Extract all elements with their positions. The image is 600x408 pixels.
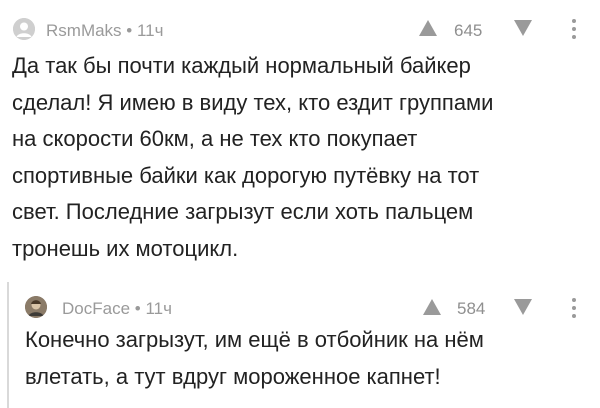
- comment-text-line: сделал! Я имею в виду тех, кто ездит гру…: [12, 89, 494, 115]
- triangle-up-icon: [423, 299, 441, 315]
- author-name[interactable]: RsmMaks: [46, 21, 122, 40]
- triangle-up-icon: [419, 20, 437, 36]
- comment-meta: DocFace • 11ч: [62, 299, 172, 319]
- comment-header: RsmMaks • 11ч 645: [0, 10, 600, 46]
- downvote-button[interactable]: [513, 298, 533, 316]
- comment-text-line: Да так бы почти каждый нормальный байкер: [12, 53, 471, 78]
- more-button[interactable]: [571, 19, 577, 41]
- user-avatar-icon: [25, 296, 47, 318]
- triangle-down-icon: [514, 20, 532, 36]
- rating-count: 584: [457, 299, 486, 318]
- triangle-down-icon: [514, 299, 532, 315]
- default-avatar-icon: [13, 18, 35, 40]
- comment-text-line: спортивные байки как дорогую путёвку на …: [12, 162, 480, 188]
- upvote-button[interactable]: [422, 298, 442, 316]
- more-vertical-icon: [571, 298, 577, 318]
- more-button[interactable]: [571, 298, 577, 320]
- upvote-button[interactable]: [418, 19, 438, 37]
- meta-separator: •: [130, 299, 146, 318]
- comment-text: Конечно загрызут, им ещё в отбойник на н…: [25, 322, 595, 395]
- more-vertical-icon: [571, 19, 577, 39]
- reply-comment: DocFace • 11ч 584 Конечно загрызут, им е…: [0, 280, 600, 408]
- rating-count: 645: [454, 21, 483, 40]
- comment-time: 11ч: [136, 21, 164, 40]
- comment-text-line: свет. Последние загрызут если хоть пальц…: [12, 199, 474, 224]
- comment-meta: RsmMaks • 11ч: [46, 21, 163, 41]
- avatar[interactable]: [25, 296, 47, 318]
- comment-text: Да так бы почти каждый нормальный байкер…: [12, 48, 592, 267]
- author-name[interactable]: DocFace: [62, 299, 130, 318]
- comment-text-line: на скорости 60км, а не тех кто покупает: [12, 126, 418, 151]
- comment-text-line: влетать, а тут вдруг мороженное капнет!: [25, 363, 441, 389]
- comment-text-line: тронешь их мотоцикл.: [12, 235, 239, 261]
- comment-text-line: Конечно загрызут, им ещё в отбойник на н…: [25, 327, 484, 352]
- downvote-button[interactable]: [513, 19, 533, 37]
- meta-separator: •: [121, 21, 137, 40]
- avatar[interactable]: [13, 18, 35, 40]
- comment-time: 11ч: [145, 299, 172, 318]
- comment: RsmMaks • 11ч 645 Да так бы почти каждый…: [0, 0, 600, 270]
